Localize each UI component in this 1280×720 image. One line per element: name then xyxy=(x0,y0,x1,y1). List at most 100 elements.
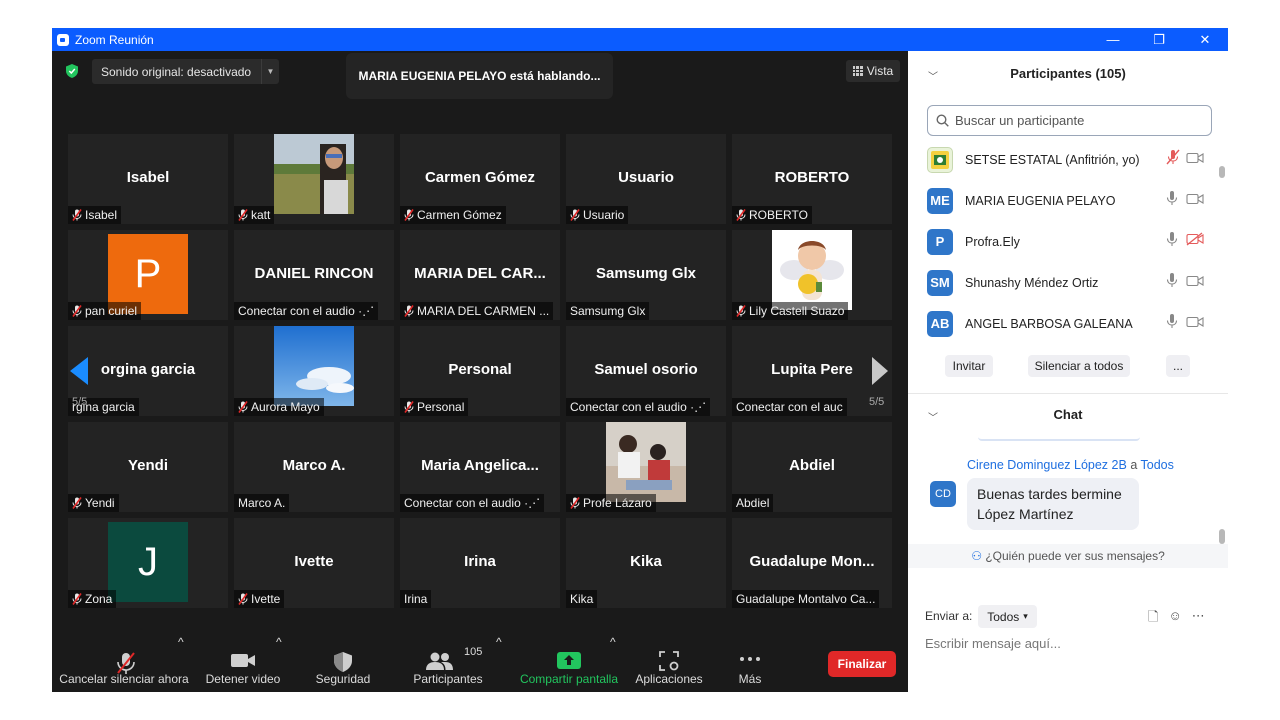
invite-button[interactable]: Invitar xyxy=(945,355,993,377)
participant-tile[interactable]: Isabel Isabel xyxy=(68,134,228,224)
participant-tile[interactable]: Usuario Usuario xyxy=(566,134,726,224)
participants-button[interactable]: 105 Participantes xyxy=(410,635,486,692)
chat-more-icon[interactable]: ⋯ xyxy=(1192,608,1205,630)
participant-tile[interactable]: J Zona xyxy=(68,518,228,608)
participant-tile[interactable]: katt xyxy=(234,134,394,224)
video-area: Sonido original: desactivado ▼ MARIA EUG… xyxy=(52,51,908,692)
participant-tile[interactable]: MARIA DEL CAR... MARIA DEL CARMEN ... xyxy=(400,230,560,320)
search-icon xyxy=(936,114,949,127)
participant-tile[interactable]: Irina Irina xyxy=(400,518,560,608)
mic-icon[interactable] xyxy=(1166,313,1178,329)
participant-tag-text: Irina xyxy=(404,592,428,606)
participant-tile[interactable]: Guadalupe Mon... Guadalupe Montalvo Ca... xyxy=(732,518,892,608)
security-label: Seguridad xyxy=(315,672,371,686)
participant-row[interactable]: SETSE ESTATAL (Anfitrión, yo) xyxy=(908,139,1208,180)
mic-icon[interactable] xyxy=(1166,272,1178,288)
participant-avatar: SM xyxy=(927,269,953,296)
participant-name-tag: Conectar con el audio ·⋰ xyxy=(400,494,545,512)
participant-name-tag: pan curiel xyxy=(68,302,142,320)
participant-name: Samuel osorio xyxy=(594,361,698,378)
view-button[interactable]: Vista xyxy=(846,60,900,82)
participant-avatar: J xyxy=(108,522,188,602)
mic-icon[interactable] xyxy=(1166,231,1178,247)
stop-video-button[interactable]: Detener video xyxy=(200,635,286,692)
participant-tile[interactable]: Personal Personal xyxy=(400,326,560,416)
participant-tile[interactable]: Aurora Mayo xyxy=(234,326,394,416)
participants-icon xyxy=(426,652,453,670)
participant-row[interactable]: P Profra.Ely xyxy=(908,221,1208,262)
mic-icon[interactable] xyxy=(1166,190,1178,206)
mic-muted-icon xyxy=(72,305,82,317)
participant-tile[interactable]: Samuel osorio Conectar con el audio ·⋰ xyxy=(566,326,726,416)
original-sound-button[interactable]: Sonido original: desactivado ▼ xyxy=(92,59,279,84)
encryption-shield-icon[interactable] xyxy=(66,64,78,78)
camera-icon[interactable] xyxy=(1186,275,1204,287)
participant-tile[interactable]: Ivette Ivette xyxy=(234,518,394,608)
minimize-button[interactable]: — xyxy=(1090,28,1136,51)
apps-button[interactable]: Aplicaciones xyxy=(632,635,706,692)
who-can-see-link[interactable]: ⚇ ¿Quién puede ver sus mensajes? xyxy=(908,544,1228,568)
participant-row[interactable]: SM Shunashy Méndez Ortiz xyxy=(908,262,1208,303)
previous-message-bubble xyxy=(978,437,1140,441)
participant-tile[interactable]: Yendi Yendi xyxy=(68,422,228,512)
avatar-letter: J xyxy=(138,539,158,584)
participant-name-tag: Conectar con el auc xyxy=(732,398,847,416)
participant-tile[interactable]: ROBERTO ROBERTO xyxy=(732,134,892,224)
mic-muted-icon[interactable] xyxy=(1166,149,1180,165)
video-options-caret-icon[interactable]: ^ xyxy=(276,635,282,692)
chat-sender-avatar: CD xyxy=(930,481,956,507)
previous-page-arrow-icon[interactable] xyxy=(70,357,88,385)
original-sound-dropdown[interactable]: ▼ xyxy=(261,59,279,84)
participant-name: Yendi xyxy=(127,457,168,474)
camera-icon[interactable] xyxy=(1186,316,1204,328)
participant-tag-text: Marco A. xyxy=(238,496,286,510)
participant-tile[interactable]: Carmen Gómez Carmen Gómez xyxy=(400,134,560,224)
share-options-caret-icon[interactable]: ^ xyxy=(610,635,616,692)
camera-off-icon[interactable] xyxy=(1186,232,1204,246)
audio-options-caret-icon[interactable]: ^ xyxy=(178,635,184,692)
participants-caret-icon[interactable]: ^ xyxy=(496,635,502,692)
participant-tile[interactable]: Lupita Pere Conectar con el auc xyxy=(732,326,892,416)
participant-row[interactable]: ME MARIA EUGENIA PELAYO xyxy=(908,180,1208,221)
end-meeting-button[interactable]: Finalizar xyxy=(828,651,896,677)
participant-tile[interactable]: Ppan curiel xyxy=(68,230,228,320)
unmute-button[interactable]: Cancelar silenciar ahora xyxy=(56,635,192,692)
participant-list-scrollbar[interactable] xyxy=(1219,166,1225,178)
restore-button[interactable]: ❐ xyxy=(1136,28,1182,51)
participant-name: MARIA DEL CAR... xyxy=(414,265,546,282)
camera-icon[interactable] xyxy=(1186,193,1204,205)
participant-tile[interactable]: Marco A. Marco A. xyxy=(234,422,394,512)
unmute-label: Cancelar silenciar ahora xyxy=(59,672,189,686)
mute-all-button[interactable]: Silenciar a todos xyxy=(1028,355,1130,377)
participant-tile[interactable]: DANIEL RINCON Conectar con el audio ·⋰ xyxy=(234,230,394,320)
participant-tile[interactable]: Profe Lázaro xyxy=(566,422,726,512)
share-screen-button[interactable]: Compartir pantalla xyxy=(518,635,620,692)
participant-tile[interactable]: orgina garcia rgina garcia xyxy=(68,326,228,416)
participant-name: DANIEL RINCON xyxy=(254,265,374,282)
file-icon[interactable]: 🗋 xyxy=(1148,608,1158,630)
chat-scrollbar[interactable] xyxy=(1219,529,1225,544)
emoji-icon[interactable]: ☺ xyxy=(1168,608,1181,630)
participant-tile[interactable]: Samsumg Glx Samsumg Glx xyxy=(566,230,726,320)
participant-name-tag: Yendi xyxy=(68,494,119,512)
camera-icon[interactable] xyxy=(1186,152,1204,164)
participant-tile[interactable]: Maria Angelica... Conectar con el audio ·… xyxy=(400,422,560,512)
participant-name-tag: Profe Lázaro xyxy=(566,494,656,512)
participant-tile[interactable]: Abdiel Abdiel xyxy=(732,422,892,512)
chat-message-input[interactable]: Escribir mensaje aquí... xyxy=(925,636,1061,651)
participants-more-button[interactable]: ... xyxy=(1166,355,1190,377)
more-label: Más xyxy=(738,672,762,686)
send-to-dropdown[interactable]: Todos ▾ xyxy=(978,605,1037,628)
next-page-arrow-icon[interactable] xyxy=(872,357,888,385)
close-button[interactable]: ✕ xyxy=(1182,28,1228,51)
participant-search-input[interactable]: Buscar un participante xyxy=(927,105,1212,136)
participant-tile[interactable]: Kika Kika xyxy=(566,518,726,608)
more-button[interactable]: Más xyxy=(728,635,772,692)
chat-sender-name[interactable]: Cirene Dominguez López 2B xyxy=(967,458,1127,472)
participant-row[interactable]: AB ANGEL BARBOSA GALEANA xyxy=(908,303,1208,344)
avatar-initials: SM xyxy=(930,275,950,290)
participant-tag-text: Personal xyxy=(417,400,465,414)
security-button[interactable]: Seguridad xyxy=(310,635,376,692)
participant-tile[interactable]: Lily Castell Suazo xyxy=(732,230,892,320)
participant-tag-text: Guadalupe Montalvo Ca... xyxy=(736,592,876,606)
